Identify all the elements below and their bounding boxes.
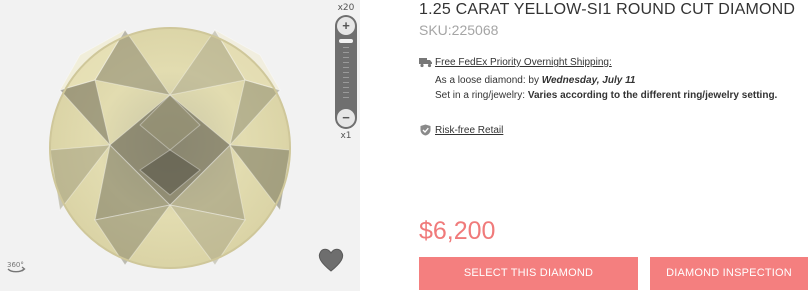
ring-value: Varies according to the different ring/j… xyxy=(527,90,778,101)
zoom-control[interactable]: x20 + − x1 xyxy=(335,3,357,143)
zoom-min-label: x1 xyxy=(340,131,352,141)
heart-icon[interactable] xyxy=(316,245,346,273)
rotate-label: 360° xyxy=(7,261,24,269)
shipping-link[interactable]: Free FedEx Priority Overnight Shipping: xyxy=(435,57,612,68)
rotate-360-icon[interactable]: 360° xyxy=(4,255,28,279)
loose-diamond-shipping: As a loose diamond: by Wednesday, July 1… xyxy=(435,75,635,86)
shield-check-icon xyxy=(420,124,431,136)
risk-free-row: Risk-free Retail xyxy=(420,124,503,136)
zoom-max-label: x20 xyxy=(337,3,355,13)
zoom-out-icon[interactable]: − xyxy=(337,109,355,127)
product-sku: SKU:225068 xyxy=(419,22,499,38)
ring-shipping: Set in a ring/jewelry: Varies according … xyxy=(435,90,777,101)
product-title: 1.25 CARAT YELLOW-SI1 ROUND CUT DIAMOND xyxy=(419,1,796,18)
loose-prefix: As a loose diamond: by xyxy=(435,75,539,86)
loose-date: Wednesday, July 11 xyxy=(541,75,636,86)
select-diamond-button[interactable]: SELECT THIS DIAMOND xyxy=(419,257,638,290)
risk-free-link[interactable]: Risk-free Retail xyxy=(435,125,503,136)
diamond-image[interactable] xyxy=(0,0,360,291)
zoom-ticks xyxy=(343,47,349,103)
zoom-in-icon[interactable]: + xyxy=(337,17,355,35)
truck-icon xyxy=(419,58,432,68)
diamond-inspection-button[interactable]: DIAMOND INSPECTION xyxy=(650,257,808,290)
diamond-viewer[interactable]: x20 + − x1 360° xyxy=(0,0,360,291)
zoom-slider-handle[interactable] xyxy=(339,39,353,43)
shipping-row: Free FedEx Priority Overnight Shipping: xyxy=(419,57,612,68)
price: $6,200 xyxy=(419,217,496,245)
ring-prefix: Set in a ring/jewelry: xyxy=(435,90,526,101)
